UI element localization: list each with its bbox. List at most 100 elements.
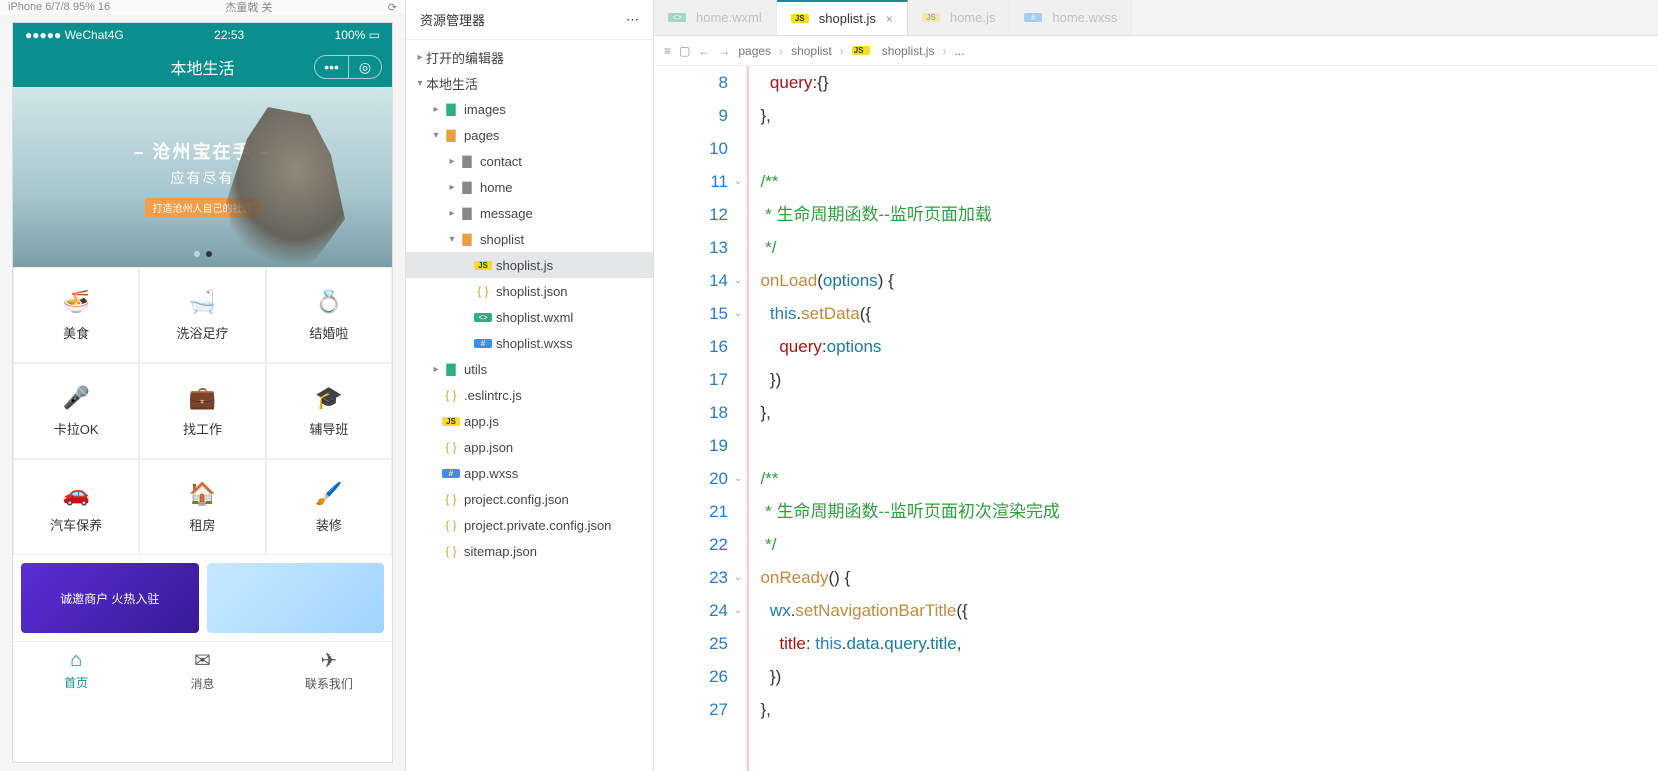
- crumb[interactable]: shoplist.js: [882, 44, 935, 58]
- fold-marker[interactable]: [732, 495, 744, 528]
- code-line[interactable]: * 生命周期函数--监听页面加载: [751, 198, 1658, 231]
- code-area[interactable]: query:{} }, /** * 生命周期函数--监听页面加载 */ onLo…: [746, 66, 1658, 771]
- tree-item[interactable]: { }app.json: [406, 434, 653, 460]
- tree-item[interactable]: ▸▇utils: [406, 356, 653, 382]
- fold-marker[interactable]: ⌄: [732, 297, 744, 330]
- category-cell[interactable]: 🎓辅导班: [266, 363, 392, 459]
- tabbar-item[interactable]: ✈联系我们: [266, 642, 392, 697]
- bookmark-icon[interactable]: ▢: [679, 44, 690, 58]
- tree-item[interactable]: { }project.private.config.json: [406, 512, 653, 538]
- twisty-icon[interactable]: ▾: [446, 234, 458, 245]
- hero-banner[interactable]: – 沧州宝在手 – 应有尽有 打造沧州人自己的社区: [13, 87, 392, 267]
- category-cell[interactable]: 🍜美食: [13, 267, 139, 363]
- twisty-icon[interactable]: ▸: [446, 182, 458, 193]
- code-line[interactable]: },: [751, 99, 1658, 132]
- fold-marker[interactable]: ⌄: [732, 462, 744, 495]
- list-icon[interactable]: ≡: [664, 44, 671, 58]
- code-line[interactable]: onLoad(options) {: [751, 264, 1658, 297]
- code-line[interactable]: * 生命周期函数--监听页面初次渲染完成: [751, 495, 1658, 528]
- crumb[interactable]: shoplist: [791, 44, 832, 58]
- tree-section-root[interactable]: ▾本地生活: [406, 70, 653, 96]
- fold-marker[interactable]: [732, 627, 744, 660]
- tree-item[interactable]: #shoplist.wxss: [406, 330, 653, 356]
- fold-marker[interactable]: [732, 429, 744, 462]
- code-line[interactable]: },: [751, 693, 1658, 726]
- category-cell[interactable]: 🏠租房: [139, 459, 265, 555]
- code-line[interactable]: wx.setNavigationBarTitle({: [751, 594, 1658, 627]
- tree-item[interactable]: JSshoplist.js: [406, 252, 653, 278]
- fold-marker[interactable]: ⌄: [732, 561, 744, 594]
- fold-marker[interactable]: ⌄: [732, 594, 744, 627]
- tree-item[interactable]: #app.wxss: [406, 460, 653, 486]
- code-line[interactable]: query:options: [751, 330, 1658, 363]
- tree-item[interactable]: { }project.config.json: [406, 486, 653, 512]
- dot-active[interactable]: [206, 251, 212, 257]
- tree-item[interactable]: ▾▇shoplist: [406, 226, 653, 252]
- editor-tab[interactable]: #home.wxss: [1010, 0, 1132, 35]
- code-line[interactable]: */: [751, 231, 1658, 264]
- category-cell[interactable]: 🖌️装修: [266, 459, 392, 555]
- fold-marker[interactable]: [732, 396, 744, 429]
- explorer-more-icon[interactable]: ⋯: [626, 12, 639, 28]
- reload-icon[interactable]: ⟳: [388, 1, 397, 14]
- dot[interactable]: [194, 251, 200, 257]
- fold-marker[interactable]: [732, 693, 744, 726]
- fold-marker[interactable]: [732, 528, 744, 561]
- code-line[interactable]: this.setData({: [751, 297, 1658, 330]
- twisty-icon[interactable]: ▸: [446, 156, 458, 167]
- capsule-close-icon[interactable]: ◎: [348, 55, 382, 79]
- code-line[interactable]: }): [751, 363, 1658, 396]
- code-line[interactable]: */: [751, 528, 1658, 561]
- code-line[interactable]: },: [751, 396, 1658, 429]
- code-line[interactable]: /**: [751, 165, 1658, 198]
- editor-tab[interactable]: JShome.js: [908, 0, 1011, 35]
- editor-tab[interactable]: JSshoplist.js×: [777, 0, 908, 35]
- promo-card[interactable]: [207, 563, 385, 633]
- tree-item[interactable]: ▸▇home: [406, 174, 653, 200]
- tree-item[interactable]: ▸▇contact: [406, 148, 653, 174]
- twisty-icon[interactable]: ▸: [430, 104, 442, 115]
- fold-marker[interactable]: [732, 66, 744, 99]
- code-line[interactable]: [751, 132, 1658, 165]
- tree-item[interactable]: { }.eslintrc.js: [406, 382, 653, 408]
- tree-item[interactable]: { }shoplist.json: [406, 278, 653, 304]
- promo-card[interactable]: 诚邀商户 火热入驻: [21, 563, 199, 633]
- twisty-icon[interactable]: ▾: [430, 130, 442, 141]
- editor-body[interactable]: 89101112131415161718192021222324252627⌄⌄…: [654, 66, 1658, 771]
- fold-marker[interactable]: ⌄: [732, 165, 744, 198]
- code-line[interactable]: }): [751, 660, 1658, 693]
- tree-item[interactable]: ▸▇images: [406, 96, 653, 122]
- forward-icon[interactable]: →: [718, 44, 730, 58]
- tree-item[interactable]: JSapp.js: [406, 408, 653, 434]
- category-cell[interactable]: 💼找工作: [139, 363, 265, 459]
- close-icon[interactable]: ×: [886, 12, 893, 26]
- fold-marker[interactable]: [732, 132, 744, 165]
- tree-item[interactable]: ▾▇pages: [406, 122, 653, 148]
- fold-marker[interactable]: [732, 363, 744, 396]
- fold-marker[interactable]: [732, 99, 744, 132]
- code-line[interactable]: onReady() {: [751, 561, 1658, 594]
- tabbar-item[interactable]: ✉消息: [139, 642, 265, 697]
- code-line[interactable]: title: this.data.query.title,: [751, 627, 1658, 660]
- code-line[interactable]: /**: [751, 462, 1658, 495]
- back-icon[interactable]: ←: [698, 44, 710, 58]
- fold-marker[interactable]: ⌄: [732, 264, 744, 297]
- category-cell[interactable]: 🎤卡拉OK: [13, 363, 139, 459]
- code-line[interactable]: query:{}: [751, 66, 1658, 99]
- tabbar-item[interactable]: ⌂首页: [13, 642, 139, 697]
- fold-marker[interactable]: [732, 330, 744, 363]
- capsule-menu-icon[interactable]: •••: [314, 55, 348, 79]
- refresh-selector[interactable]: 杰童戟 关: [225, 0, 272, 15]
- tree-item[interactable]: { }sitemap.json: [406, 538, 653, 564]
- tree-item[interactable]: <>shoplist.wxml: [406, 304, 653, 330]
- fold-marker[interactable]: [732, 660, 744, 693]
- code-line[interactable]: [751, 429, 1658, 462]
- fold-marker[interactable]: [732, 231, 744, 264]
- twisty-icon[interactable]: ▸: [430, 364, 442, 375]
- device-selector[interactable]: iPhone 6/7/8 95% 16: [8, 1, 110, 13]
- tree-section-opened[interactable]: ▸打开的编辑器: [406, 44, 653, 70]
- category-cell[interactable]: 💍结婚啦: [266, 267, 392, 363]
- crumb[interactable]: pages: [738, 44, 771, 58]
- fold-marker[interactable]: [732, 198, 744, 231]
- twisty-icon[interactable]: ▸: [446, 208, 458, 219]
